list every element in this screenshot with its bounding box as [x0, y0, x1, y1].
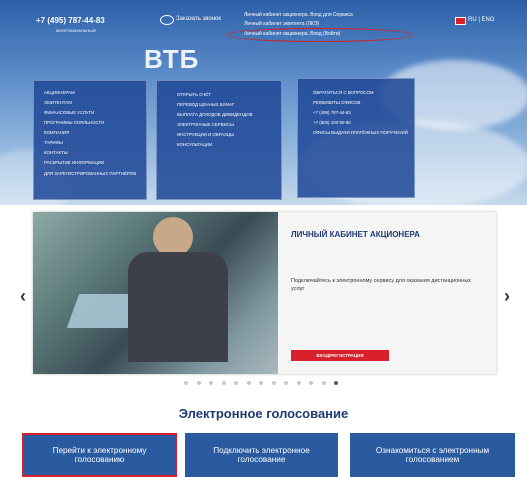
- menu-item-col1-1[interactable]: ЭМИТЕНТАМ: [44, 100, 136, 105]
- menu-item-col3-3[interactable]: +7 (800) 100-50-80: [313, 120, 408, 125]
- menu-item-col1-7[interactable]: РАСКРЫТИЕ ИНФОРМАЦИИ: [44, 160, 136, 165]
- menu-item-col1-6[interactable]: КОНТАКТЫ: [44, 150, 136, 155]
- language-switch[interactable]: RU | ENG: [468, 17, 495, 23]
- menu-item-col3-2[interactable]: +7 (495) 787-44-83: [313, 110, 408, 115]
- person-head-image: [153, 217, 193, 257]
- slide-photo: [33, 212, 278, 374]
- slider-dot[interactable]: [221, 381, 226, 385]
- slider-dot[interactable]: [309, 381, 313, 385]
- slider-dot[interactable]: [271, 381, 276, 385]
- menu-item-col2-0[interactable]: ОТКРЫТЬ СЧЁТ: [177, 92, 253, 97]
- slider-dot[interactable]: [334, 381, 338, 385]
- menu-box-2: ОТКРЫТЬ СЧЁТ ПЕРЕВОД ЦЕННЫХ БУМАГ ВЫПЛАТА …: [156, 80, 282, 200]
- slider-dot[interactable]: [296, 381, 301, 385]
- slider-dot[interactable]: [284, 381, 288, 385]
- menu-item-col2-2[interactable]: ВЫПЛАТА ДОХОДОВ ДИВИДЕНДОВ: [177, 112, 253, 117]
- menu-item-col1-3[interactable]: ПРОГРАММЫ ЛОЯЛЬНОСТИ: [44, 120, 136, 125]
- slider-prev-arrow[interactable]: ‹: [20, 286, 26, 307]
- menu-box-1: АКЦИОНЕРАМ ЭМИТЕНТАМ ФИНАНСОВЫЕ УСЛУГИ ПРОГ…: [33, 80, 147, 200]
- slider-dot[interactable]: [246, 381, 251, 385]
- callback-link[interactable]: Заказать звонок: [176, 16, 221, 22]
- connect-voting-button[interactable]: Подключить электронное голосование: [185, 433, 338, 477]
- slide-title: ЛИЧНЫЙ КАБИНЕТ АКЦИОНЕРА: [291, 230, 420, 239]
- phone-number[interactable]: +7 (495) 787-44-83: [36, 16, 105, 25]
- login-register-button[interactable]: ВХОД/РЕГИСТРАЦИЯ: [291, 350, 389, 361]
- menu-item-col3-1[interactable]: РЕКВИЗИТЫ ОФИСОВ: [313, 100, 408, 105]
- promo-slide: ЛИЧНЫЙ КАБИНЕТ АКЦИОНЕРА Подключайтесь к…: [33, 212, 496, 374]
- go-to-voting-button[interactable]: Перейти к электронному голосованию: [22, 433, 177, 477]
- header-banner: +7 (495) 787-44-83 МНОГОКАНАЛЬНЫЙ Заказа…: [0, 0, 527, 205]
- menu-box-3: ОБРАТИТЬСЯ С ВОПРОСОМ РЕКВИЗИТЫ ОФИСОВ +7 …: [297, 78, 415, 198]
- menu-item-col1-0[interactable]: АКЦИОНЕРАМ: [44, 90, 136, 95]
- menu-item-col1-2[interactable]: ФИНАНСОВЫЕ УСЛУГИ: [44, 110, 136, 115]
- slider-dot[interactable]: [184, 381, 188, 385]
- slide-text: Подключайтесь к электронному сервису для…: [291, 278, 471, 292]
- learn-voting-button[interactable]: Ознакомиться с электронным голосованием: [350, 433, 515, 477]
- slider-dot[interactable]: [234, 381, 238, 385]
- phone-icon: [160, 15, 174, 25]
- section-title: Электронное голосование: [178, 406, 349, 421]
- notice-line-2[interactable]: Личный кабинет эмитента (ЛКЭ): [244, 21, 319, 27]
- vtb-logo[interactable]: ВТБ: [144, 44, 199, 75]
- menu-item-col1-5[interactable]: ТАРИФЫ: [44, 140, 136, 145]
- slider-next-arrow[interactable]: ›: [504, 286, 510, 307]
- menu-item-col2-1[interactable]: ПЕРЕВОД ЦЕННЫХ БУМАГ: [177, 102, 253, 107]
- notice-line-1[interactable]: Личный кабинет акционера. Вход для Серви…: [244, 12, 353, 18]
- menu-item-col1-8[interactable]: ДЛЯ ЗАРЕГИСТРИРОВАННЫХ ПАРТНЁРОВ: [44, 171, 136, 176]
- slider-dot[interactable]: [209, 381, 213, 385]
- menu-item-col2-4[interactable]: ИНСТРУКЦИИ И ОБРАЗЦЫ: [177, 132, 253, 137]
- menu-item-col3-4[interactable]: ОФИСЫ ВЫДАЧИ ПЛАТЁЖНЫХ ПОРУЧЕНИЙ: [313, 130, 408, 135]
- slider-dot[interactable]: [196, 381, 201, 385]
- person-body-image: [128, 252, 228, 362]
- menu-item-col1-4[interactable]: КОМПАНИЯ: [44, 130, 136, 135]
- slider-dot[interactable]: [259, 381, 263, 385]
- phone-caption: МНОГОКАНАЛЬНЫЙ: [56, 28, 96, 33]
- flag-icon: [455, 17, 466, 25]
- slider-dot[interactable]: [321, 381, 326, 385]
- menu-item-col3-0[interactable]: ОБРАТИТЬСЯ С ВОПРОСОМ: [313, 90, 408, 95]
- menu-item-col2-5[interactable]: КОНСУЛЬТАЦИИ: [177, 142, 253, 147]
- menu-item-col2-3[interactable]: ЭЛЕКТРОННЫЕ СЕРВИСЫ: [177, 122, 253, 127]
- highlight-oval: [226, 28, 414, 42]
